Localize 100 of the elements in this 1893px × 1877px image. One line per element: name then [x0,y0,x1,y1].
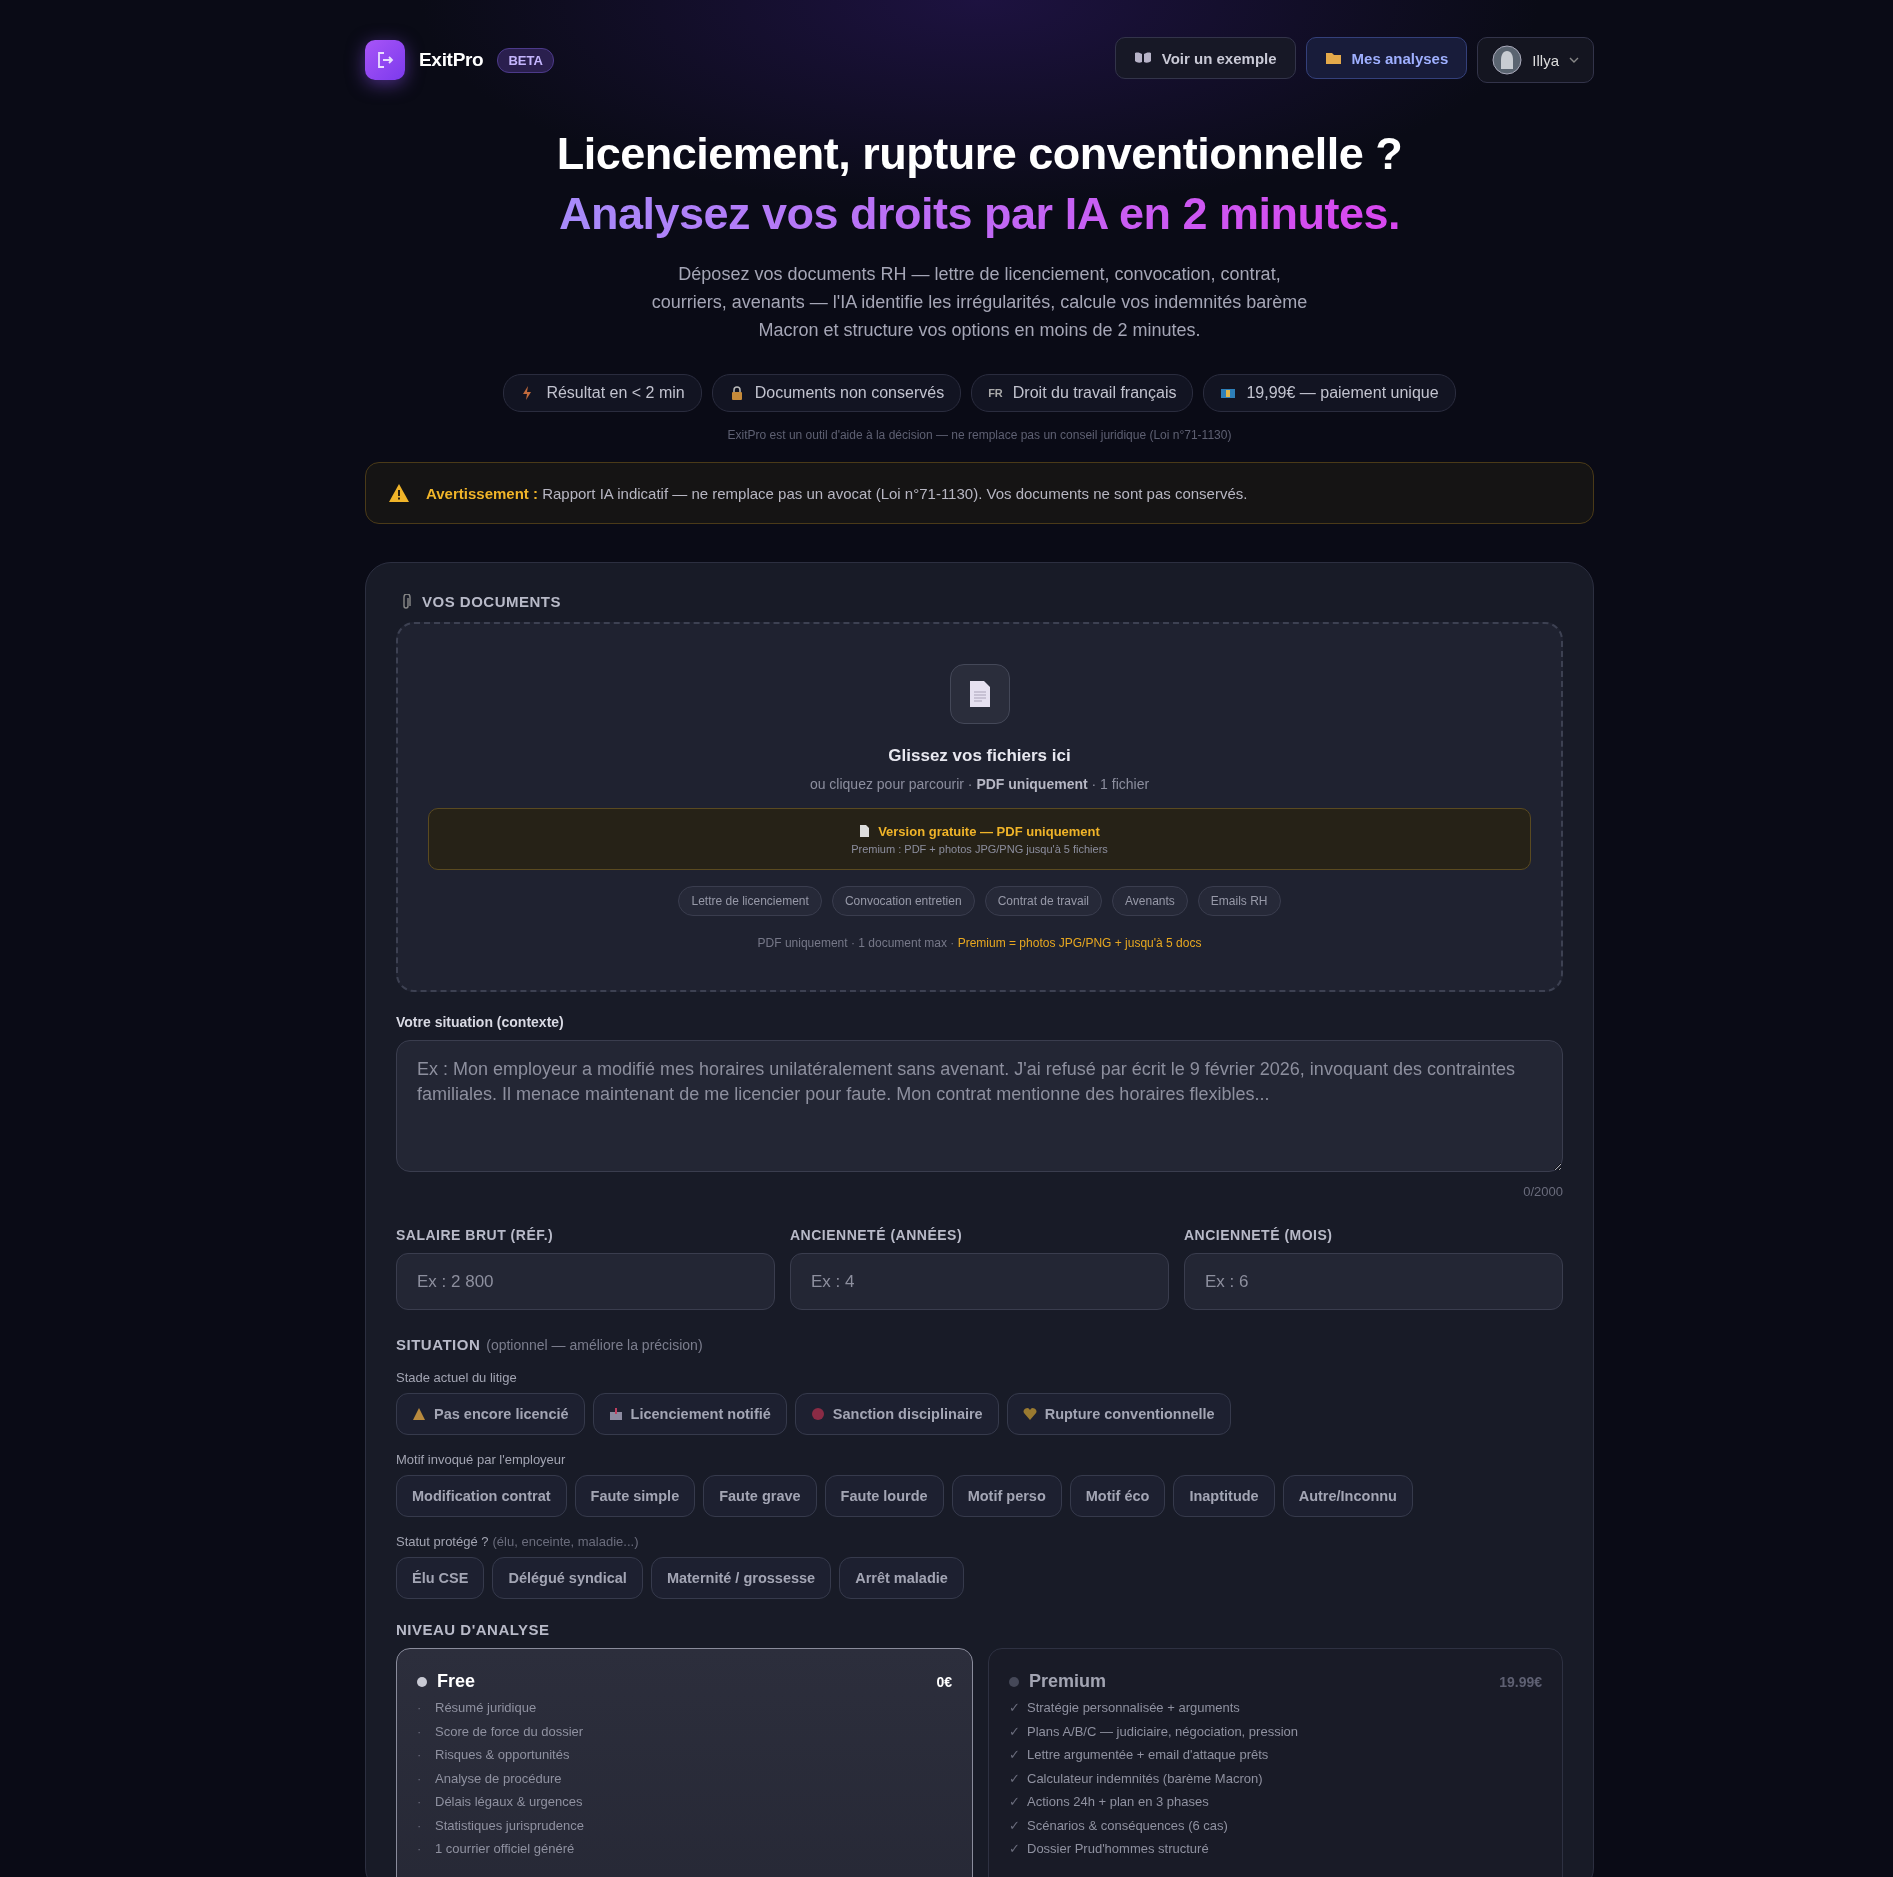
bullet-mark: ✓ [1009,1841,1017,1857]
input-field[interactable]: Ex : 6 [1184,1253,1563,1310]
option-chip[interactable]: Motif perso [951,1475,1062,1517]
example-button[interactable]: Voir un exemple [1114,37,1296,79]
chevron-down-icon [1569,57,1579,63]
beta-badge: BETA [497,47,554,73]
field-label: SALAIRE BRUT (RÉF.) [396,1227,555,1243]
hero-title: Licenciement, rupture conventionnelle ? [556,128,1403,180]
mailbox-icon [608,1407,623,1421]
option-chip[interactable]: Pas encore licencié [396,1393,585,1435]
bullet-mark: · [417,1841,423,1857]
feature-text: Risques & opportunités [435,1747,570,1763]
circle-icon [810,1407,825,1421]
option-chip[interactable]: Élu CSE [396,1557,485,1599]
bullet-mark: · [417,1723,423,1739]
document-type-tag: Emails RH [1197,886,1281,916]
section-hint: (optionnel — améliore la précision) [486,1337,703,1353]
document-type-tag: Contrat de travail [984,886,1102,916]
bullet-mark: ✓ [1009,1723,1017,1739]
analyses-button[interactable]: Mes analyses [1305,37,1468,79]
section-title: NIVEAU D'ANALYSE [396,1621,551,1638]
option-chip[interactable]: Faute grave [703,1475,817,1517]
bullet-mark: · [417,1817,423,1833]
warning-text: Avertissement : Rapport IA indicatif — ne remplace pas un avocat (Loi n°71-1130). Vos documents ne sont pas conservés. [426,484,1248,502]
bullet-mark: ✓ [1009,1794,1017,1810]
document-icon [968,680,991,708]
info-badge: Documents non conservés [711,374,962,412]
folder-icon [1324,51,1342,65]
option-chip[interactable]: Modification contrat [396,1475,567,1517]
plan-price: 0€ [936,1673,952,1690]
bullet-mark: · [417,1770,423,1786]
feature-text: Plans A/B/C — judiciaire, négociation, pression [1027,1723,1298,1739]
avatar [1492,45,1523,75]
group-label: Statut protégé ? [396,1534,489,1549]
document-type-tag: Lettre de licenciement [678,886,822,916]
info-badge: FR Droit du travail français [971,374,1194,412]
warning-icon [388,483,410,503]
bullet-mark: · [417,1747,423,1763]
hero-description: Déposez vos documents RH — lettre de licenciement, convocation, contrat, courriers, avenants — l'IA identifie les irrégularités, calcule vos indemnités barème Macron et structure vos options en moins de 2 minutes. [650,263,1309,342]
bullet-mark: ✓ [1009,1747,1017,1763]
plan-name: Premium [1029,1671,1108,1692]
section-title: VOS DOCUMENTS [422,593,561,610]
feature-text: Résumé juridique [435,1700,537,1716]
drop-title: Glissez vos fichiers ici [888,746,1071,766]
plan-card[interactable]: Free 0€ · Résumé juridique · Score de force du dossier · Risques & opportunités · Analyse de procédure · Délais légaux & urgences · Statistiques jurisprudence · 1 courrier officiel généré [396,1648,973,1877]
feature-text: Statistiques jurisprudence [435,1817,584,1833]
info-badge: 19,99€ — paiement unique [1203,374,1456,412]
feature-text: Dossier Prud'hommes structuré [1027,1841,1209,1857]
option-chip[interactable]: Faute simple [574,1475,696,1517]
feature-text: Actions 24h + plan en 3 phases [1027,1794,1209,1810]
plan-price: 19.99€ [1499,1673,1542,1690]
feature-text: Délais légaux & urgences [435,1794,583,1810]
option-chip[interactable]: Maternité / grossesse [650,1557,832,1599]
group-hint: (élu, enceinte, maladie...) [492,1534,639,1549]
group-label: Motif invoqué par l'employeur [396,1452,566,1467]
bullet-mark: · [417,1700,423,1716]
option-chip[interactable]: Délégué syndical [492,1557,643,1599]
feature-text: Analyse de procédure [435,1770,562,1786]
drop-hint: ou cliquez pour parcourir · PDF uniquement · 1 fichier [809,776,1150,792]
brand-name: ExitPro [419,49,484,71]
feature-text: Stratégie personnalisée + arguments [1027,1700,1240,1716]
plan-card[interactable] [988,1648,1563,1877]
option-chip[interactable]: Rupture conventionnelle [1006,1393,1231,1435]
option-chip[interactable]: Autre/Inconnu [1282,1475,1413,1517]
heart-icon [1022,1407,1037,1421]
plan-name: Free [437,1671,477,1692]
section-title: SITUATION [396,1336,481,1353]
exit-icon [375,50,395,70]
bullet-mark: ✓ [1009,1817,1017,1833]
context-textarea[interactable]: Ex : Mon employeur a modifié mes horaires unilatéralement sans avenant. J'ai refusé par écrit le 9 février 2026, invoquant des contraintes familiales. Il menace maintenant de me licencier pour faute. Mon contrat mentionne des horaires flexibles... [396,1040,1563,1172]
group-label: Stade actuel du litige [396,1370,517,1385]
field-label: Votre situation (contexte) [396,1014,565,1030]
feature-text: Lettre argumentée + email d'attaque prêts [1027,1747,1269,1763]
disclaimer-text: ExitPro est un outil d'aide à la décision — ne remplace pas un conseil juridique (Loi n°71-1130) [727,428,1232,442]
user-menu[interactable]: Illya [1477,37,1594,83]
feature-text: Score de force du dossier [435,1723,584,1739]
info-badge: Résultat en < 2 min [503,374,702,412]
paperclip-icon [400,593,412,610]
character-counter: 0/2000 [1522,1184,1563,1199]
feature-text: Calculateur indemnités (barème Macron) [1027,1770,1263,1786]
option-chip[interactable]: Faute lourde [824,1475,944,1517]
notice-subtitle: Premium : PDF + photos JPG/PNG jusqu'à 5 fichiers [851,842,1108,855]
field-label: ANCIENNETÉ (ANNÉES) [790,1227,964,1243]
radio-dot [417,1676,427,1687]
drop-footer-text: PDF uniquement · 1 document max · Premium = photos JPG/PNG + jusqu'à 5 docs [757,936,1202,950]
field-label: ANCIENNETÉ (MOIS) [1184,1227,1334,1243]
feature-text: 1 courrier officiel généré [435,1841,575,1857]
option-chip[interactable]: Inaptitude [1173,1475,1275,1517]
bullet-mark: ✓ [1009,1700,1017,1716]
option-chip[interactable]: Arrêt maladie [839,1557,964,1599]
document-icon [859,824,871,838]
option-chip[interactable]: Licenciement notifié [592,1393,787,1435]
bullet-mark: · [417,1794,423,1810]
option-chip[interactable]: Sanction disciplinaire [794,1393,999,1435]
input-field[interactable]: Ex : 4 [790,1253,1169,1310]
option-chip[interactable]: Motif éco [1069,1475,1166,1517]
input-field[interactable]: Ex : 2 800 [396,1253,775,1310]
document-type-tag: Convocation entretien [831,886,975,916]
feature-text: Scénarios & conséquences (6 cas) [1027,1817,1228,1833]
warning-icon [412,1407,426,1421]
